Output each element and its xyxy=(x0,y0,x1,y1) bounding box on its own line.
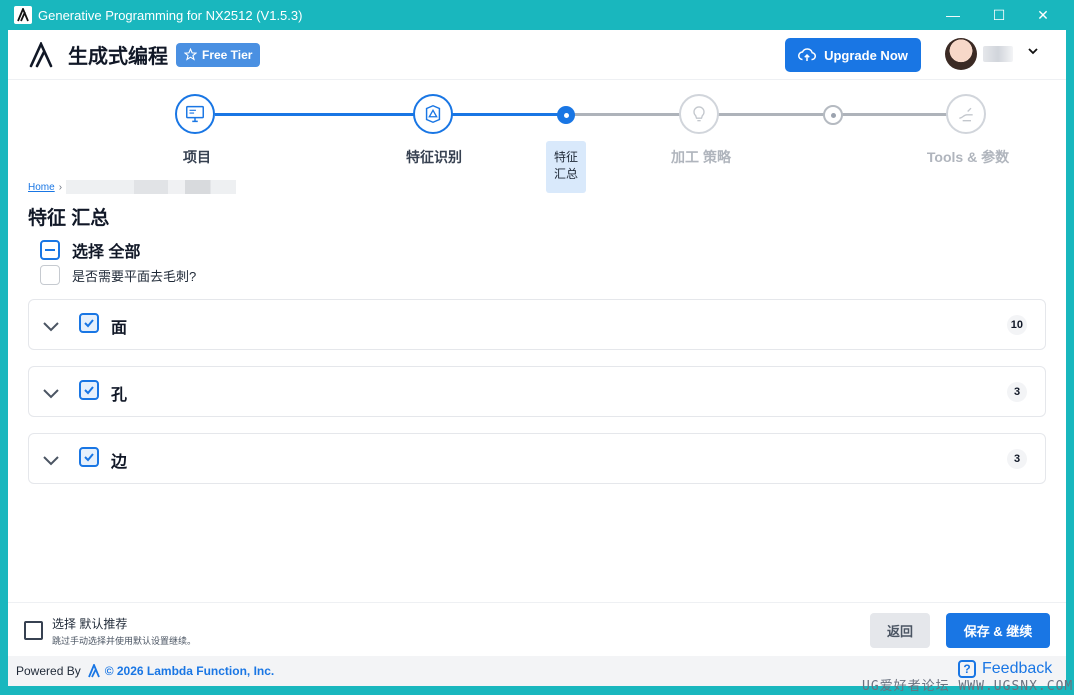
feature-group-name: 孔 xyxy=(111,387,128,404)
cloud-upload-icon xyxy=(798,48,817,61)
upgrade-now-button[interactable]: Upgrade Now xyxy=(785,38,921,72)
feature-group-checkbox[interactable] xyxy=(79,447,99,467)
chevron-down-icon[interactable] xyxy=(41,316,61,336)
stepper-line-complete xyxy=(215,113,566,116)
back-button[interactable]: 返回 xyxy=(870,613,930,648)
shape-recognition-icon xyxy=(425,104,441,124)
maximize-button[interactable]: ☐ xyxy=(976,0,1022,30)
watermark: UG爱好者论坛 WWW.UGSNX.COM xyxy=(862,679,1074,694)
default-recommend-desc: 跳过手动选择并使用默认设置继续。 xyxy=(52,636,197,646)
step-label-line1: 特征 xyxy=(553,150,578,164)
app-client-area: 生成式编程 Free Tier Upgrade Now 项目 特征识别 特征 汇… xyxy=(8,30,1066,686)
breadcrumb-redacted-path xyxy=(66,180,237,194)
check-icon xyxy=(84,319,94,328)
feature-count-badge: 3 xyxy=(1007,449,1027,469)
star-icon xyxy=(184,48,197,61)
breadcrumb: Home › xyxy=(28,180,237,194)
action-bar: 选择 默认推荐 跳过手动选择并使用默认设置继续。 返回 保存 & 继续 xyxy=(8,602,1066,656)
step-project[interactable] xyxy=(175,94,215,134)
feature-group-faces[interactable]: 面 10 xyxy=(28,299,1046,350)
chevron-down-icon[interactable] xyxy=(41,450,61,470)
window-title: Generative Programming for NX2512 (V1.5.… xyxy=(38,7,303,23)
breadcrumb-separator: › xyxy=(58,181,63,193)
app-window: Generative Programming for NX2512 (V1.5.… xyxy=(0,0,1074,695)
feature-group-holes[interactable]: 孔 3 xyxy=(28,366,1046,417)
chevron-down-icon[interactable] xyxy=(1026,44,1040,58)
step-label-project: 项目 xyxy=(183,149,211,165)
default-recommend-title: 选择 默认推荐 xyxy=(52,617,128,631)
deburr-checkbox[interactable] xyxy=(40,265,60,285)
breadcrumb-home-link[interactable]: Home xyxy=(28,182,55,193)
app-logo-icon xyxy=(14,6,32,24)
step-label-feature-recognition: 特征识别 xyxy=(406,149,462,165)
deburr-row: 是否需要平面去毛刺? xyxy=(40,265,196,285)
feature-group-name: 面 xyxy=(111,320,128,337)
step-strategy[interactable] xyxy=(679,94,719,134)
powered-by-label: Powered By xyxy=(16,664,81,678)
feature-group-name: 边 xyxy=(111,454,128,471)
step-feature-summary[interactable] xyxy=(557,106,575,124)
app-title: 生成式编程 xyxy=(68,46,168,68)
stepper-line-pending xyxy=(566,113,966,116)
deburr-label: 是否需要平面去毛刺? xyxy=(72,268,197,284)
feature-group-checkbox[interactable] xyxy=(79,313,99,333)
username-redacted[interactable] xyxy=(983,46,1013,62)
check-icon xyxy=(84,453,94,462)
step-intermediate-dot[interactable] xyxy=(823,105,843,125)
app-header: 生成式编程 Free Tier Upgrade Now xyxy=(8,30,1066,80)
select-all-row: 选择 全部 xyxy=(40,238,140,262)
page-title: 特征 汇总 xyxy=(28,208,110,229)
free-tier-badge: Free Tier xyxy=(176,42,261,67)
chevron-down-icon[interactable] xyxy=(41,383,61,403)
avatar[interactable] xyxy=(945,38,977,70)
monitor-icon xyxy=(186,105,204,123)
step-feature-recognition[interactable] xyxy=(413,94,453,134)
step-label-strategy: 加工 策略 xyxy=(671,149,731,165)
feature-count-badge: 10 xyxy=(1006,315,1027,335)
step-label-tools-params: Tools & 参数 xyxy=(926,149,1010,165)
company-link[interactable]: © 2026 Lambda Function, Inc. xyxy=(105,664,275,678)
feature-group-checkbox[interactable] xyxy=(79,380,99,400)
lightbulb-icon xyxy=(693,106,705,122)
select-all-checkbox[interactable] xyxy=(40,240,60,260)
lambda-logo-icon xyxy=(87,664,100,678)
step-label-feature-summary: 特征 汇总 xyxy=(546,141,586,193)
feature-count-badge: 3 xyxy=(1007,382,1027,402)
save-continue-button[interactable]: 保存 & 继续 xyxy=(946,613,1050,648)
free-tier-label: Free Tier xyxy=(202,47,253,62)
lambda-logo-icon xyxy=(29,41,53,67)
feature-group-edges[interactable]: 边 3 xyxy=(28,433,1046,484)
title-bar[interactable]: Generative Programming for NX2512 (V1.5.… xyxy=(0,0,1074,30)
select-all-label: 选择 全部 xyxy=(72,244,141,261)
minimize-button[interactable]: — xyxy=(930,0,976,30)
upgrade-label: Upgrade Now xyxy=(824,47,908,63)
default-recommend-checkbox[interactable] xyxy=(24,621,43,640)
step-tools-params[interactable] xyxy=(946,94,986,134)
check-icon xyxy=(84,386,94,395)
close-button[interactable]: ✕ xyxy=(1020,0,1066,30)
step-label-line2: 汇总 xyxy=(553,167,578,181)
tool-hand-icon xyxy=(959,107,973,122)
